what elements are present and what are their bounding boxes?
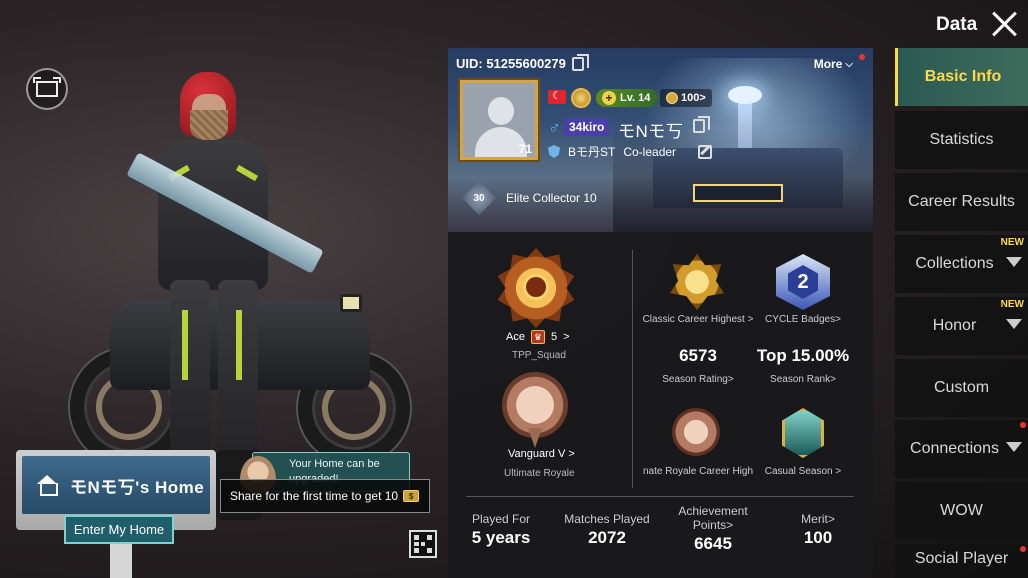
season-rank-value: Top 15.00%: [756, 346, 850, 365]
character-scene: モNモ丂's Home Enter My Home Your Home can …: [0, 0, 448, 578]
classic-career-link[interactable]: Classic Career Highest >: [638, 314, 758, 325]
ace-rank-medal[interactable]: [496, 248, 576, 328]
player-portrait[interactable]: 71: [460, 80, 538, 160]
plus-icon: +: [602, 91, 616, 105]
fit-screen-button[interactable]: [26, 68, 68, 110]
side-tab-list: Basic Info Statistics Career Results Col…: [895, 48, 1028, 578]
clan-name[interactable]: Bモ丹ST: [568, 143, 615, 160]
coin-pill[interactable]: 100>: [660, 89, 712, 107]
tab-wow[interactable]: WOW: [895, 482, 1028, 540]
ultimate-rank: Vanguard V: [508, 448, 566, 460]
player-name: モNモ丂: [618, 122, 684, 141]
share-text: Share for the first time to get 10: [230, 489, 399, 503]
new-badge: NEW: [1000, 299, 1024, 310]
chevron-down-icon: ⌵: [845, 58, 853, 70]
tab-honor[interactable]: Honor NEW: [895, 297, 1028, 355]
player-title[interactable]: Elite Collector 10: [506, 191, 597, 205]
classic-career-medal[interactable]: [670, 254, 724, 310]
merit-stat[interactable]: Merit> 100: [783, 512, 853, 548]
clan-shield-icon: [548, 145, 560, 158]
more-label: More: [813, 57, 843, 71]
tpp-rank-row[interactable]: Ace ♛ 5 >: [506, 330, 570, 344]
portrait-level: 71: [518, 142, 532, 156]
tab-career-results[interactable]: Career Results: [895, 173, 1028, 231]
tpp-rank: Ace: [506, 331, 525, 343]
qr-code-icon[interactable]: [409, 530, 437, 558]
tab-social-player[interactable]: Social Player: [895, 544, 1028, 578]
season-rating-value: 6573: [679, 346, 717, 365]
tab-custom[interactable]: Custom: [895, 359, 1028, 417]
clan-role: Co-leader: [623, 144, 677, 159]
tpp-rank-num: 5: [550, 331, 558, 343]
chevron-down-icon: [1006, 257, 1022, 267]
ultimate-career-medal[interactable]: [672, 408, 720, 456]
more-button[interactable]: More ⌵: [814, 57, 853, 71]
cycle-number: 2: [788, 265, 818, 299]
casual-season-medal[interactable]: [782, 408, 824, 458]
chevron-down-icon: [1006, 442, 1022, 452]
profile-banner: UID: 51255600279 More ⌵ 71 + Lv. 14 100>…: [448, 48, 873, 232]
season-rating-link[interactable]: Season Rating>: [653, 374, 743, 385]
tab-statistics[interactable]: Statistics: [895, 111, 1028, 169]
matches-played-stat: Matches Played 2072: [564, 512, 650, 547]
achievement-points-stat[interactable]: Achievement Points> 6645: [670, 504, 756, 554]
casual-season-link[interactable]: Casual Season >: [758, 466, 848, 477]
coin-icon: [666, 92, 678, 104]
level-text: Lv. 14: [620, 92, 651, 104]
uid-row: UID: 51255600279: [456, 53, 589, 71]
title-badge-icon: 30: [462, 181, 496, 215]
new-badge: NEW: [1000, 237, 1024, 248]
tab-collections[interactable]: Collections NEW: [895, 235, 1028, 293]
home-icon: [36, 475, 58, 496]
male-icon: ♂: [548, 118, 561, 137]
played-for-stat: Played For 5 years: [471, 512, 531, 547]
coin-amount: 100>: [681, 92, 706, 104]
close-icon[interactable]: [990, 10, 1018, 38]
cycle-badges-link[interactable]: CYCLE Badges>: [758, 314, 848, 325]
notification-dot: [1020, 422, 1026, 428]
ultimate-career-link[interactable]: nate Royale Career High: [638, 466, 758, 477]
season-rank-link[interactable]: Season Rank>: [758, 374, 848, 385]
tab-basic-info[interactable]: Basic Info: [895, 48, 1028, 106]
copy-uid-icon[interactable]: [571, 53, 589, 71]
level-pill[interactable]: + Lv. 14: [596, 89, 659, 107]
stats-panel: Ace ♛ 5 > TPP_Squad Vanguard V > Ultimat…: [448, 232, 873, 578]
copy-name-icon[interactable]: [693, 116, 710, 133]
ultimate-mode: Ultimate Royale: [504, 468, 575, 479]
vanguard-rank-medal[interactable]: [500, 372, 570, 448]
notification-dot: [1020, 546, 1026, 552]
notification-dot: [859, 54, 865, 60]
enter-home-button[interactable]: Enter My Home: [64, 515, 174, 544]
cycle-badge-icon[interactable]: 71 2: [776, 254, 830, 310]
share-reward-banner[interactable]: Share for the first time to get 10 $: [220, 479, 430, 513]
ultimate-rank-row[interactable]: Vanguard V >: [508, 448, 575, 460]
edit-icon[interactable]: [698, 144, 713, 159]
clan-tag[interactable]: 34kiro: [564, 118, 610, 136]
tpp-mode: TPP_Squad: [512, 350, 566, 361]
clan-role-row: Bモ丹ST Co-leader: [548, 143, 713, 160]
country-flag-icon: [548, 89, 566, 104]
tier-badge-icon[interactable]: [571, 88, 591, 108]
rank-mini-icon: ♛: [530, 330, 545, 344]
fit-screen-icon: [33, 77, 61, 97]
tab-connections[interactable]: Connections: [895, 420, 1028, 478]
uid-text: UID: 51255600279: [456, 56, 566, 71]
divider-vertical: [632, 250, 633, 488]
divider-horizontal: [466, 496, 854, 497]
home-title: モNモ丂's Home: [70, 477, 205, 497]
coin-icon: $: [403, 490, 420, 502]
chevron-down-icon: [1006, 319, 1022, 329]
page-title: Data: [936, 14, 978, 35]
